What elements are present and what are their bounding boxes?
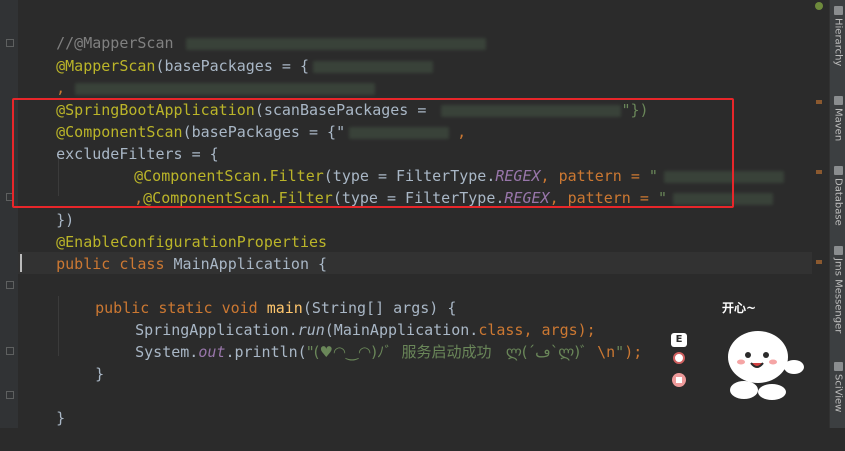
keyword-public: public: [56, 255, 111, 273]
code-editor[interactable]: //@MapperScan @MapperScan(basePackages =…: [0, 0, 812, 428]
emoji-sticker: 开心~: [710, 295, 820, 415]
maven-icon: [833, 96, 843, 105]
code-line: SpringApplication.run(MainApplication.cl…: [99, 297, 596, 339]
code-line: ,: [20, 55, 376, 97]
code-line: @SpringBootApplication(scanBasePackages …: [20, 77, 648, 119]
sticker-caption: 开心~: [722, 301, 757, 315]
hierarchy-icon: [833, 6, 843, 15]
code-line: System.out.println("(♥◠‿◠)ﾉﾞ 服务启动成功 ლ(´ڡ…: [99, 319, 642, 361]
annotation-highlight-box: [12, 98, 734, 208]
method-close-brace: }: [95, 365, 105, 383]
scroll-marker[interactable]: [816, 260, 822, 264]
code-line: }: [59, 341, 104, 383]
right-tool-window-strip: Hierarchy Maven Database Jms Messenger S…: [829, 0, 845, 428]
database-tab-label: Database: [832, 178, 844, 226]
class-close-brace: }: [56, 409, 66, 427]
code-line: }: [20, 385, 65, 427]
badge-e: E: [671, 333, 687, 347]
code-line: @MapperScan(basePackages = {: [20, 33, 433, 75]
string-quote: ": [615, 343, 625, 361]
maven-tab-label: Maven: [832, 108, 844, 142]
keyword-class: class: [119, 255, 165, 273]
inspection-status-icon[interactable]: [815, 2, 823, 10]
database-icon: [833, 166, 843, 175]
out-field: out: [198, 343, 226, 361]
jms-messenger-tab-label: Jms Messenger: [832, 258, 844, 334]
system-text: System.: [135, 343, 199, 361]
scroll-marker[interactable]: [816, 170, 822, 174]
jms-messenger-tab[interactable]: Jms Messenger: [830, 246, 845, 356]
code-line: //@MapperScan: [20, 10, 486, 52]
sciview-tab[interactable]: SciView: [830, 362, 845, 422]
tshirt-icon: [672, 373, 686, 387]
escape-sequence: \n: [597, 343, 616, 361]
donut-icon: [673, 352, 685, 364]
hierarchy-tab-label: Hierarchy: [832, 18, 844, 67]
code-line: public class MainApplication {: [20, 231, 327, 273]
jms-messenger-icon: [833, 246, 843, 255]
code-line: public static void main(String[] args) {: [59, 275, 456, 317]
sciview-tab-label: SciView: [832, 374, 844, 413]
scroll-marker[interactable]: [816, 100, 822, 104]
println-end: );: [624, 343, 643, 361]
sciview-icon: [833, 362, 843, 371]
maven-tab[interactable]: Maven: [830, 96, 845, 156]
class-name: MainApplication {: [173, 255, 328, 273]
println-call: .println(: [225, 343, 307, 361]
database-tab[interactable]: Database: [830, 166, 845, 236]
println-string: "(♥◠‿◠)ﾉﾞ 服务启动成功 ლ(´ڡ`ლ)ﾞ: [306, 343, 598, 361]
hierarchy-tab[interactable]: Hierarchy: [830, 6, 845, 86]
code-line: @EnableConfigurationProperties: [20, 209, 327, 251]
